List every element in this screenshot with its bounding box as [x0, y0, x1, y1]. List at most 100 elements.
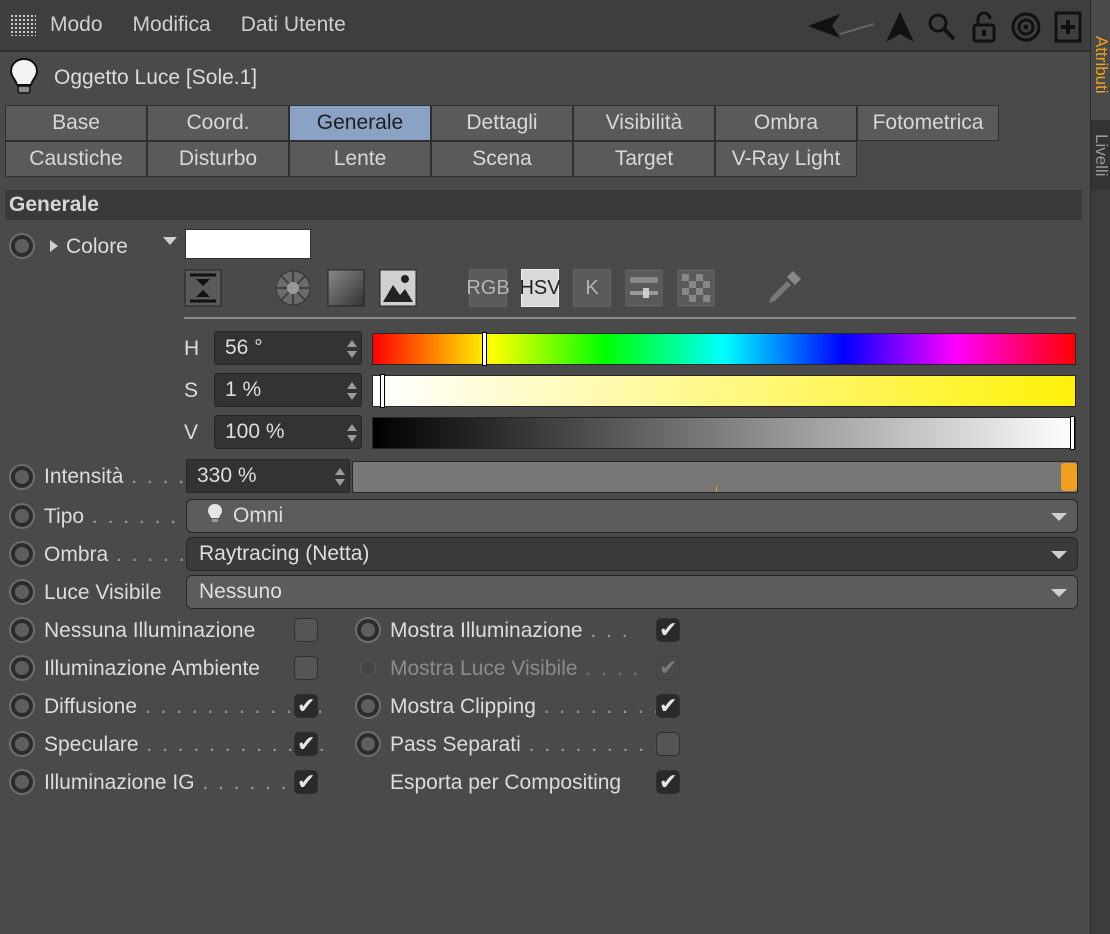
mostra-clipping-anim-radio[interactable] [355, 693, 381, 719]
tab-ombra[interactable]: Ombra [715, 105, 857, 141]
colore-anim-radio[interactable] [9, 233, 35, 259]
back-arrow-icon[interactable] [806, 9, 876, 45]
mostra-luce-visibile-anim-radio[interactable] [360, 660, 376, 676]
esporta-compositing-checkbox[interactable]: ✔ [656, 769, 680, 794]
swatch-palette-icon[interactable] [677, 269, 715, 307]
side-tabs: Attributi Livelli [1090, 0, 1110, 934]
diffusione-checkbox[interactable]: ✔ [294, 693, 318, 718]
luce-visibile-value: Nessuno [199, 580, 282, 603]
h-slider-thumb[interactable] [481, 332, 487, 366]
target-icon[interactable] [1008, 9, 1044, 45]
pass-separati-checkbox[interactable] [656, 732, 680, 756]
mostra-luce-visibile-checkbox[interactable]: ✔ [656, 655, 680, 680]
intensita-field[interactable]: 330 % [186, 459, 350, 493]
mostra-luce-visibile-label: Mostra Luce Visibile . . . . [390, 657, 641, 680]
object-header: Oggetto Luce [Sole.1] [8, 57, 258, 98]
tipo-dropdown[interactable]: Omni [186, 499, 1078, 533]
up-arrow-icon[interactable] [882, 9, 918, 45]
tab-disturbo[interactable]: Disturbo [147, 141, 289, 177]
menu-dati-utente[interactable]: Dati Utente [241, 13, 346, 37]
illuminazione-ig-anim-radio[interactable] [9, 769, 35, 795]
tab-fotometrica[interactable]: Fotometrica [857, 105, 999, 141]
tab-generale[interactable]: Generale [289, 105, 431, 141]
ombra-anim-radio[interactable] [9, 541, 35, 567]
eyedropper-icon[interactable] [765, 269, 803, 307]
ombra-chevron-down-icon [1051, 551, 1067, 559]
menu-modo[interactable]: Modo [50, 13, 103, 37]
side-tab-attributi[interactable]: Attributi [1091, 0, 1110, 130]
mode-hsv-button[interactable]: HSV [519, 269, 561, 307]
intensita-tick [716, 486, 717, 492]
s-value-field[interactable]: 1 % [214, 373, 362, 407]
speculare-label: Speculare . . . . . . . . . . . . [44, 733, 327, 756]
mostra-illuminazione-anim-radio[interactable] [355, 617, 381, 643]
diffusione-check-icon: ✔ [297, 693, 316, 718]
tab-vray-light[interactable]: V-Ray Light [715, 141, 857, 177]
s-slider-thumb[interactable] [379, 374, 385, 408]
nessuna-illuminazione-anim-radio[interactable] [9, 617, 35, 643]
h-stepper-icon[interactable] [347, 340, 357, 358]
unlock-icon[interactable] [966, 9, 1002, 45]
pass-separati-anim-radio[interactable] [355, 731, 381, 757]
nessuna-illuminazione-label: Nessuna Illuminazione [44, 619, 256, 642]
speculare-anim-radio[interactable] [9, 731, 35, 757]
search-icon[interactable] [924, 9, 960, 45]
luce-visibile-anim-radio[interactable] [9, 579, 35, 605]
h-slider[interactable] [372, 332, 1076, 366]
intensita-slider-thumb[interactable] [1061, 463, 1077, 491]
intensita-anim-radio[interactable] [9, 464, 35, 490]
s-stepper-icon[interactable] [347, 382, 357, 400]
luce-visibile-chevron-down-icon [1051, 589, 1067, 597]
s-value: 1 % [225, 378, 262, 401]
mostra-illuminazione-check-icon: ✔ [659, 617, 678, 642]
h-value-field[interactable]: 56 ° [214, 331, 362, 365]
color-compact-icon[interactable] [184, 269, 222, 307]
color-menu-arrow-icon[interactable] [163, 237, 177, 245]
tab-visibilita[interactable]: Visibilità [573, 105, 715, 141]
nessuna-illuminazione-checkbox[interactable] [294, 618, 318, 642]
panel-grip-icon[interactable] [10, 14, 36, 36]
v-slider-thumb[interactable] [1070, 416, 1075, 450]
diffusione-anim-radio[interactable] [9, 693, 35, 719]
tab-scena[interactable]: Scena [431, 141, 573, 177]
tab-lente[interactable]: Lente [289, 141, 431, 177]
tab-target[interactable]: Target [573, 141, 715, 177]
mostra-clipping-check-icon: ✔ [659, 693, 678, 718]
v-stepper-icon[interactable] [347, 424, 357, 442]
color-wheel-icon[interactable] [274, 269, 312, 307]
color-mixer-icon[interactable] [625, 269, 663, 307]
tab-caustiche[interactable]: Caustiche [5, 141, 147, 177]
intensita-slider[interactable] [352, 461, 1078, 493]
illuminazione-ig-checkbox[interactable]: ✔ [294, 769, 318, 794]
expand-triangle-icon[interactable] [50, 240, 58, 252]
color-from-image-icon[interactable] [379, 269, 417, 307]
tab-base[interactable]: Base [5, 105, 147, 141]
tab-coord[interactable]: Coord. [147, 105, 289, 141]
mostra-illuminazione-checkbox[interactable]: ✔ [656, 617, 680, 642]
intensita-stepper-icon[interactable] [335, 468, 345, 486]
new-panel-icon[interactable] [1050, 9, 1086, 45]
mode-rgb-button[interactable]: RGB [466, 269, 510, 307]
ombra-dropdown[interactable]: Raytracing (Netta) [186, 537, 1078, 571]
side-tab-livelli[interactable]: Livelli [1091, 120, 1110, 190]
illuminazione-ambiente-checkbox[interactable] [294, 656, 318, 680]
illuminazione-ambiente-anim-radio[interactable] [9, 655, 35, 681]
mode-kelvin-button[interactable]: K [573, 269, 611, 307]
luce-visibile-dropdown[interactable]: Nessuno [186, 575, 1078, 609]
esporta-compositing-check-icon: ✔ [659, 769, 678, 794]
section-header: Generale [5, 190, 1082, 220]
s-slider[interactable] [372, 374, 1076, 408]
menu-modifica[interactable]: Modifica [133, 13, 211, 37]
luce-visibile-label: Luce Visibile [44, 581, 162, 604]
speculare-checkbox[interactable]: ✔ [294, 731, 318, 756]
v-value-field[interactable]: 100 % [214, 415, 362, 449]
mostra-clipping-label: Mostra Clipping . . . . . . . . [390, 695, 662, 718]
mostra-clipping-checkbox[interactable]: ✔ [656, 693, 680, 718]
tipo-anim-radio[interactable] [9, 503, 35, 529]
v-slider[interactable] [372, 416, 1076, 450]
color-spectrum-icon[interactable] [327, 269, 365, 307]
color-swatch[interactable] [185, 229, 311, 259]
tab-dettagli[interactable]: Dettagli [431, 105, 573, 141]
illuminazione-ig-check-icon: ✔ [297, 769, 316, 794]
object-title: Oggetto Luce [Sole.1] [54, 66, 258, 89]
